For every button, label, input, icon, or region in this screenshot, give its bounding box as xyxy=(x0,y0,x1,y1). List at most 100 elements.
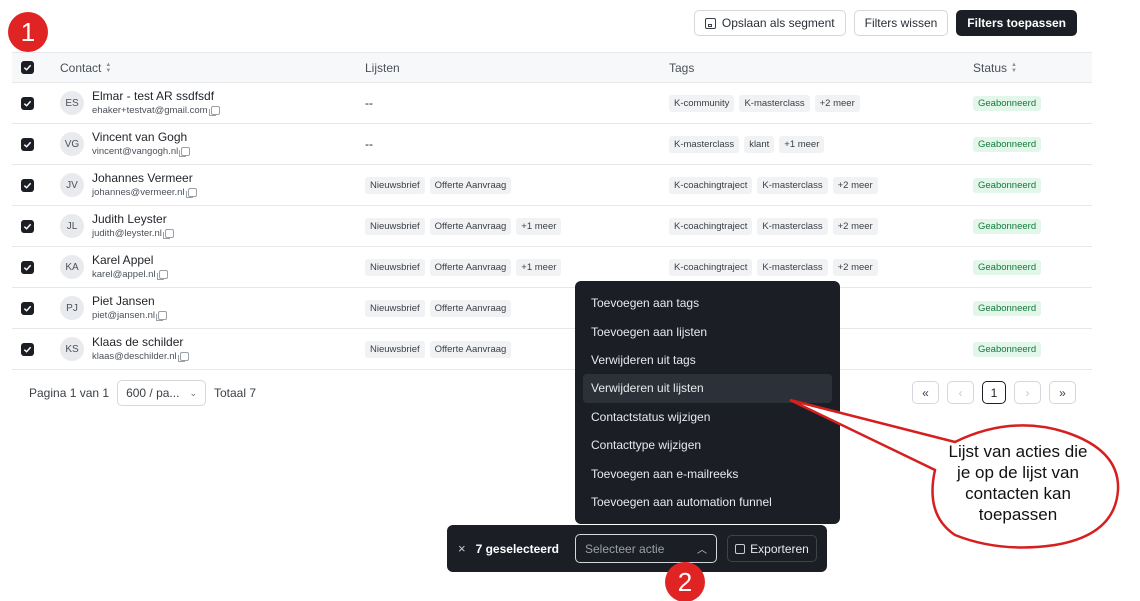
avatar: JV xyxy=(60,173,84,197)
contact-info: Judith Leyster judith@leyster.nl xyxy=(92,212,174,240)
bulk-action-menu: Toevoegen aan tags Toevoegen aan lijsten V… xyxy=(575,281,840,524)
row-checkbox[interactable] xyxy=(21,260,34,274)
clear-filters-button[interactable]: Filters wissen xyxy=(853,10,949,36)
column-contact-label: Contact xyxy=(60,60,102,75)
tag-chip: +2 meer xyxy=(832,176,878,194)
contact-email: ehaker+testvat@gmail.com xyxy=(92,105,208,116)
export-button[interactable]: Exporteren xyxy=(727,535,817,562)
list-chip: Nieuwsbrief xyxy=(365,299,425,317)
copy-icon[interactable] xyxy=(185,188,197,198)
table-row[interactable]: KS Klaas de schilder klaas@deschilder.nl… xyxy=(12,329,1092,370)
contact-name[interactable]: Johannes Vermeer xyxy=(92,171,197,186)
row-checkbox[interactable] xyxy=(21,178,34,192)
action-select[interactable]: Selecteer actie ︿ xyxy=(575,534,717,563)
tags-cell: K-coachingtraject K-masterclass +2 meer xyxy=(669,165,883,205)
contact-email: karel@appel.nl xyxy=(92,269,156,280)
page-1-button[interactable]: 1 xyxy=(982,381,1006,404)
menu-item-action[interactable]: Contacttype wijzigen xyxy=(583,431,832,459)
tag-chip: +2 meer xyxy=(832,217,878,235)
status-cell: Geabonneerd xyxy=(973,329,1042,369)
check-icon xyxy=(23,141,32,148)
apply-filters-button[interactable]: Filters toepassen xyxy=(956,10,1077,36)
menu-item-action[interactable]: Verwijderen uit tags xyxy=(583,346,832,374)
status-cell: Geabonneerd xyxy=(973,288,1042,328)
prev-page-button[interactable]: ‹ xyxy=(947,381,974,404)
copy-icon[interactable] xyxy=(156,270,168,280)
contact-name[interactable]: Klaas de schilder xyxy=(92,335,189,350)
list-chip: Offerte Aanvraag xyxy=(429,217,512,235)
menu-item-action[interactable]: Verwijderen uit lijsten xyxy=(583,374,832,403)
tag-chip: +2 meer xyxy=(832,258,878,276)
contact-name[interactable]: Elmar - test AR ssdfsdf xyxy=(92,89,220,104)
avatar: KA xyxy=(60,255,84,279)
table-row[interactable]: ES Elmar - test AR ssdfsdf ehaker+testva… xyxy=(12,83,1092,124)
tag-chip: klant xyxy=(744,135,775,153)
check-icon xyxy=(23,264,32,271)
table-row[interactable]: JV Johannes Vermeer johannes@vermeer.nl … xyxy=(12,165,1092,206)
table-row[interactable]: KA Karel Appel karel@appel.nl Nieuwsbrie… xyxy=(12,247,1092,288)
column-lists-label: Lijsten xyxy=(365,60,400,75)
per-page-select[interactable]: 600 / pa... ⌄ xyxy=(117,380,206,406)
column-header-contact[interactable]: Contact ▲ ▼ xyxy=(60,53,111,82)
row-checkbox[interactable] xyxy=(21,219,34,233)
next-page-button[interactable]: › xyxy=(1014,381,1041,404)
tag-chip: +2 meer xyxy=(814,94,860,112)
contact-name[interactable]: Karel Appel xyxy=(92,253,168,268)
check-icon xyxy=(23,182,32,189)
list-chip: Offerte Aanvraag xyxy=(429,176,512,194)
tag-chip: K-coachingtraject xyxy=(669,258,753,276)
menu-item-action[interactable]: Contactstatus wijzigen xyxy=(583,403,832,431)
contact-email: judith@leyster.nl xyxy=(92,228,162,239)
table-row[interactable]: JL Judith Leyster judith@leyster.nl Nieu… xyxy=(12,206,1092,247)
menu-item-action[interactable]: Toevoegen aan lijsten xyxy=(583,317,832,345)
row-checkbox[interactable] xyxy=(21,137,34,151)
copy-icon[interactable] xyxy=(179,147,191,157)
tags-cell: K-masterclass klant +1 meer xyxy=(669,124,829,164)
contact-cell: KA Karel Appel karel@appel.nl xyxy=(60,247,168,287)
table-row[interactable]: PJ Piet Jansen piet@jansen.nl Nieuwsbrie… xyxy=(12,288,1092,329)
copy-icon[interactable] xyxy=(162,229,174,239)
last-page-button[interactable]: » xyxy=(1049,381,1076,404)
copy-icon[interactable] xyxy=(156,311,167,321)
row-checkbox[interactable] xyxy=(21,96,34,110)
first-page-button[interactable]: « xyxy=(912,381,939,404)
contact-email-line: klaas@deschilder.nl xyxy=(92,350,189,363)
save-segment-label: Opslaan als segment xyxy=(721,16,835,30)
contact-email-line: johannes@vermeer.nl xyxy=(92,186,197,199)
status-badge: Geabonneerd xyxy=(973,300,1042,316)
contact-email: johannes@vermeer.nl xyxy=(92,187,185,198)
save-segment-button[interactable]: Opslaan als segment xyxy=(693,10,846,36)
copy-icon[interactable] xyxy=(177,352,189,362)
copy-icon[interactable] xyxy=(208,106,220,116)
menu-item-action[interactable]: Toevoegen aan e-mailreeks xyxy=(583,459,832,487)
list-chip: Offerte Aanvraag xyxy=(429,258,512,276)
table-row[interactable]: VG Vincent van Gogh vincent@vangogh.nl -… xyxy=(12,124,1092,165)
contact-name[interactable]: Piet Jansen xyxy=(92,294,167,309)
lists-cell: Nieuwsbrief Offerte Aanvraag xyxy=(365,165,516,205)
contact-cell: VG Vincent van Gogh vincent@vangogh.nl xyxy=(60,124,191,164)
status-badge: Geabonneerd xyxy=(973,259,1042,275)
row-check-cell xyxy=(21,206,34,246)
step-1-marker: 1 xyxy=(8,12,48,52)
row-check-cell xyxy=(21,165,34,205)
row-checkbox[interactable] xyxy=(21,342,34,356)
contact-info: Klaas de schilder klaas@deschilder.nl xyxy=(92,335,189,363)
row-check-cell xyxy=(21,83,34,123)
close-icon[interactable]: × xyxy=(458,541,466,556)
contact-name[interactable]: Vincent van Gogh xyxy=(92,130,190,145)
apply-filters-label: Filters toepassen xyxy=(967,16,1066,30)
sort-icon: ▲ ▼ xyxy=(1011,61,1017,74)
contact-name[interactable]: Judith Leyster xyxy=(92,212,174,227)
chevron-up-icon: ︿ xyxy=(697,545,707,556)
row-checkbox[interactable] xyxy=(21,301,34,315)
tag-chip: +1 meer xyxy=(779,135,825,153)
status-badge: Geabonneerd xyxy=(973,136,1042,152)
select-all-checkbox[interactable] xyxy=(21,61,34,74)
menu-item-action[interactable]: Toevoegen aan automation funnel xyxy=(583,488,832,516)
action-select-placeholder: Selecteer actie xyxy=(585,541,665,556)
row-check-cell xyxy=(21,288,34,328)
menu-item-action[interactable]: Toevoegen aan tags xyxy=(583,289,832,317)
lists-empty: -- xyxy=(365,137,373,151)
column-header-status[interactable]: Status ▲ ▼ xyxy=(973,53,1017,82)
lists-cell: Nieuwsbrief Offerte Aanvraag +1 meer xyxy=(365,247,566,287)
